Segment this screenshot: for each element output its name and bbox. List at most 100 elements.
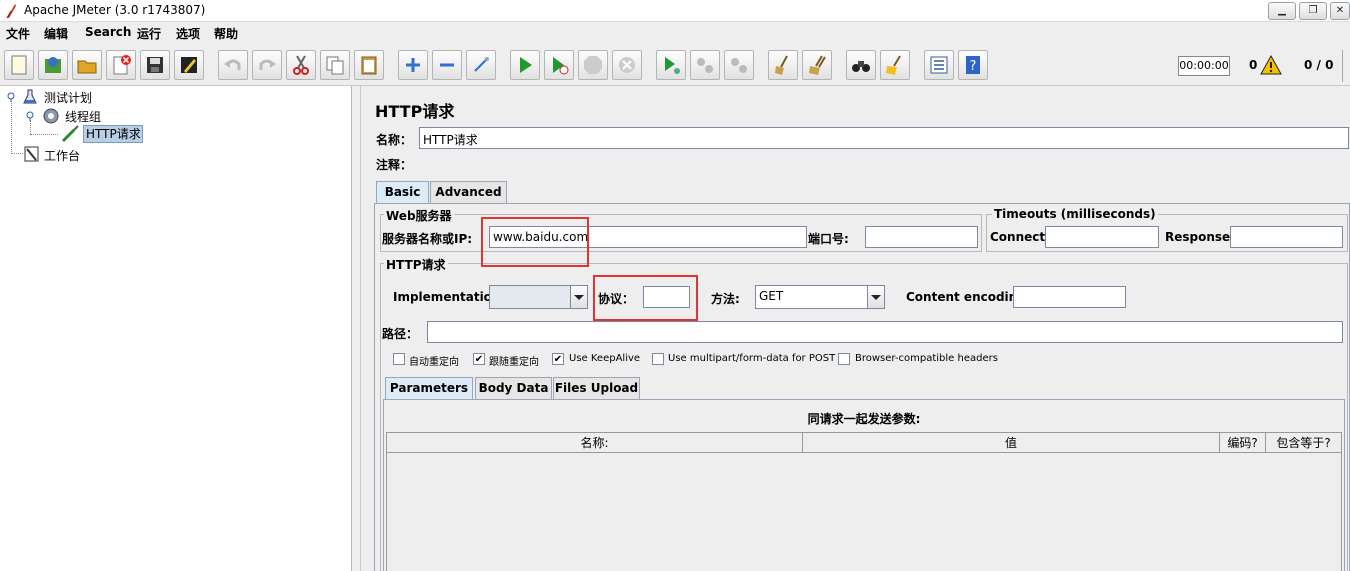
- menu-run[interactable]: 运行: [137, 25, 161, 42]
- tree-item-test-plan[interactable]: 测试计划: [44, 89, 92, 106]
- reset-search-button[interactable]: [880, 50, 910, 80]
- method-label: 方法:: [711, 292, 740, 306]
- remote-shutdown-button[interactable]: [724, 50, 754, 80]
- keepalive-label: Use KeepAlive: [569, 353, 641, 364]
- comment-input[interactable]: [419, 152, 1349, 174]
- auto-redirect-checkbox[interactable]: [393, 353, 405, 365]
- error-count: 0: [1249, 58, 1258, 72]
- tab-basic[interactable]: Basic: [376, 181, 429, 203]
- collapse-button[interactable]: [432, 50, 462, 80]
- path-input[interactable]: [427, 321, 1343, 343]
- templates-button[interactable]: [38, 50, 68, 80]
- follow-redirect-checkbox[interactable]: ✔: [473, 353, 485, 365]
- column-include-equals[interactable]: 包含等于?: [1266, 433, 1341, 453]
- stop-button[interactable]: [578, 50, 608, 80]
- port-label: 端口号:: [808, 232, 849, 246]
- redo-button[interactable]: [252, 50, 282, 80]
- shutdown-button[interactable]: [612, 50, 642, 80]
- minimize-button[interactable]: ▁: [1268, 2, 1296, 20]
- paste-button[interactable]: [354, 50, 384, 80]
- clear-button[interactable]: [768, 50, 798, 80]
- jmeter-feather-icon: [4, 3, 18, 19]
- play-no-timers-icon: [553, 57, 569, 75]
- help-button[interactable]: ?: [958, 50, 988, 80]
- start-button[interactable]: [510, 50, 540, 80]
- tree-item-workbench[interactable]: 工作台: [44, 147, 80, 164]
- close-button[interactable]: ✕: [1330, 2, 1350, 20]
- undo-button[interactable]: [218, 50, 248, 80]
- copy-button[interactable]: [320, 50, 350, 80]
- open-button[interactable]: [72, 50, 102, 80]
- new-button[interactable]: [4, 50, 34, 80]
- tree-toggle-icon[interactable]: [25, 110, 35, 121]
- binoculars-icon: [852, 61, 870, 72]
- implementation-select[interactable]: [489, 285, 571, 309]
- name-input[interactable]: HTTP请求: [419, 127, 1349, 149]
- name-input-value: HTTP请求: [423, 133, 478, 147]
- browser-headers-checkbox[interactable]: [838, 353, 850, 365]
- save-as-button[interactable]: [174, 50, 204, 80]
- close-plan-icon: [113, 55, 131, 75]
- tree-item-http-request[interactable]: HTTP请求: [83, 125, 143, 143]
- tab-files-upload[interactable]: Files Upload: [553, 377, 640, 399]
- help-book-icon: ?: [966, 56, 980, 74]
- maximize-button[interactable]: ❐: [1299, 2, 1327, 20]
- svg-text:?: ?: [970, 59, 977, 74]
- toolbar-end-divider: [1342, 50, 1350, 82]
- save-button[interactable]: [140, 50, 170, 80]
- web-server-title: Web服务器: [384, 207, 454, 224]
- content-encoding-input[interactable]: [1013, 286, 1126, 308]
- column-value[interactable]: 值: [803, 433, 1220, 453]
- keepalive-checkbox[interactable]: ✔: [552, 353, 564, 365]
- expand-button[interactable]: [398, 50, 428, 80]
- multipart-label: Use multipart/form-data for POST: [668, 353, 836, 364]
- tree-toggle-icon[interactable]: [6, 91, 16, 102]
- menu-file[interactable]: 文件: [6, 25, 30, 42]
- multipart-checkbox[interactable]: [652, 353, 664, 365]
- menu-search[interactable]: Search: [85, 25, 131, 39]
- menu-options[interactable]: 选项: [176, 25, 200, 42]
- name-label: 名称：: [376, 133, 413, 147]
- tab-advanced[interactable]: Advanced: [430, 181, 507, 203]
- redo-icon: [259, 59, 276, 70]
- port-input[interactable]: [865, 226, 978, 248]
- follow-redirect-label: 跟随重定向: [489, 357, 539, 368]
- tree-item-thread-group[interactable]: 线程组: [65, 108, 101, 125]
- panel-splitter[interactable]: [353, 86, 361, 571]
- remote-shutdown-icon: [731, 58, 747, 73]
- broom-icon: [775, 55, 788, 75]
- connect-timeout-input[interactable]: [1045, 226, 1159, 248]
- column-name[interactable]: 名称:: [387, 433, 803, 453]
- menu-help[interactable]: 帮助: [214, 25, 238, 42]
- paste-clipboard-icon: [361, 56, 377, 75]
- reset-broom-icon: [886, 55, 901, 75]
- response-label: Response:: [1165, 230, 1235, 244]
- response-timeout-input[interactable]: [1230, 226, 1343, 248]
- auto-redirect-label: 自动重定向: [409, 357, 459, 368]
- search-button[interactable]: [846, 50, 876, 80]
- menu-edit[interactable]: 编辑: [44, 25, 68, 42]
- chevron-down-icon: [871, 295, 881, 300]
- tab-body-data[interactable]: Body Data: [475, 377, 552, 399]
- remote-start-button[interactable]: [656, 50, 686, 80]
- implementation-dropdown-button[interactable]: [570, 285, 588, 309]
- sampler-pipette-icon: [60, 124, 80, 144]
- start-no-pause-button[interactable]: [544, 50, 574, 80]
- close-plan-button[interactable]: [106, 50, 136, 80]
- tab-parameters[interactable]: Parameters: [385, 377, 473, 399]
- comment-label: 注释：: [376, 158, 413, 172]
- cut-button[interactable]: [286, 50, 316, 80]
- clear-all-button[interactable]: [802, 50, 832, 80]
- column-encode[interactable]: 编码?: [1220, 433, 1266, 453]
- method-dropdown-button[interactable]: [867, 285, 885, 309]
- path-label: 路径：: [382, 327, 419, 341]
- method-select[interactable]: GET: [755, 285, 868, 309]
- play-icon: [520, 57, 532, 73]
- highlight-box-server: [481, 217, 589, 267]
- remote-stop-icon: [697, 58, 713, 73]
- remote-stop-button[interactable]: [690, 50, 720, 80]
- warning-icon[interactable]: [1260, 54, 1282, 76]
- toggle-button[interactable]: [466, 50, 496, 80]
- thread-count: 0 / 0: [1304, 58, 1334, 72]
- function-helper-button[interactable]: [924, 50, 954, 80]
